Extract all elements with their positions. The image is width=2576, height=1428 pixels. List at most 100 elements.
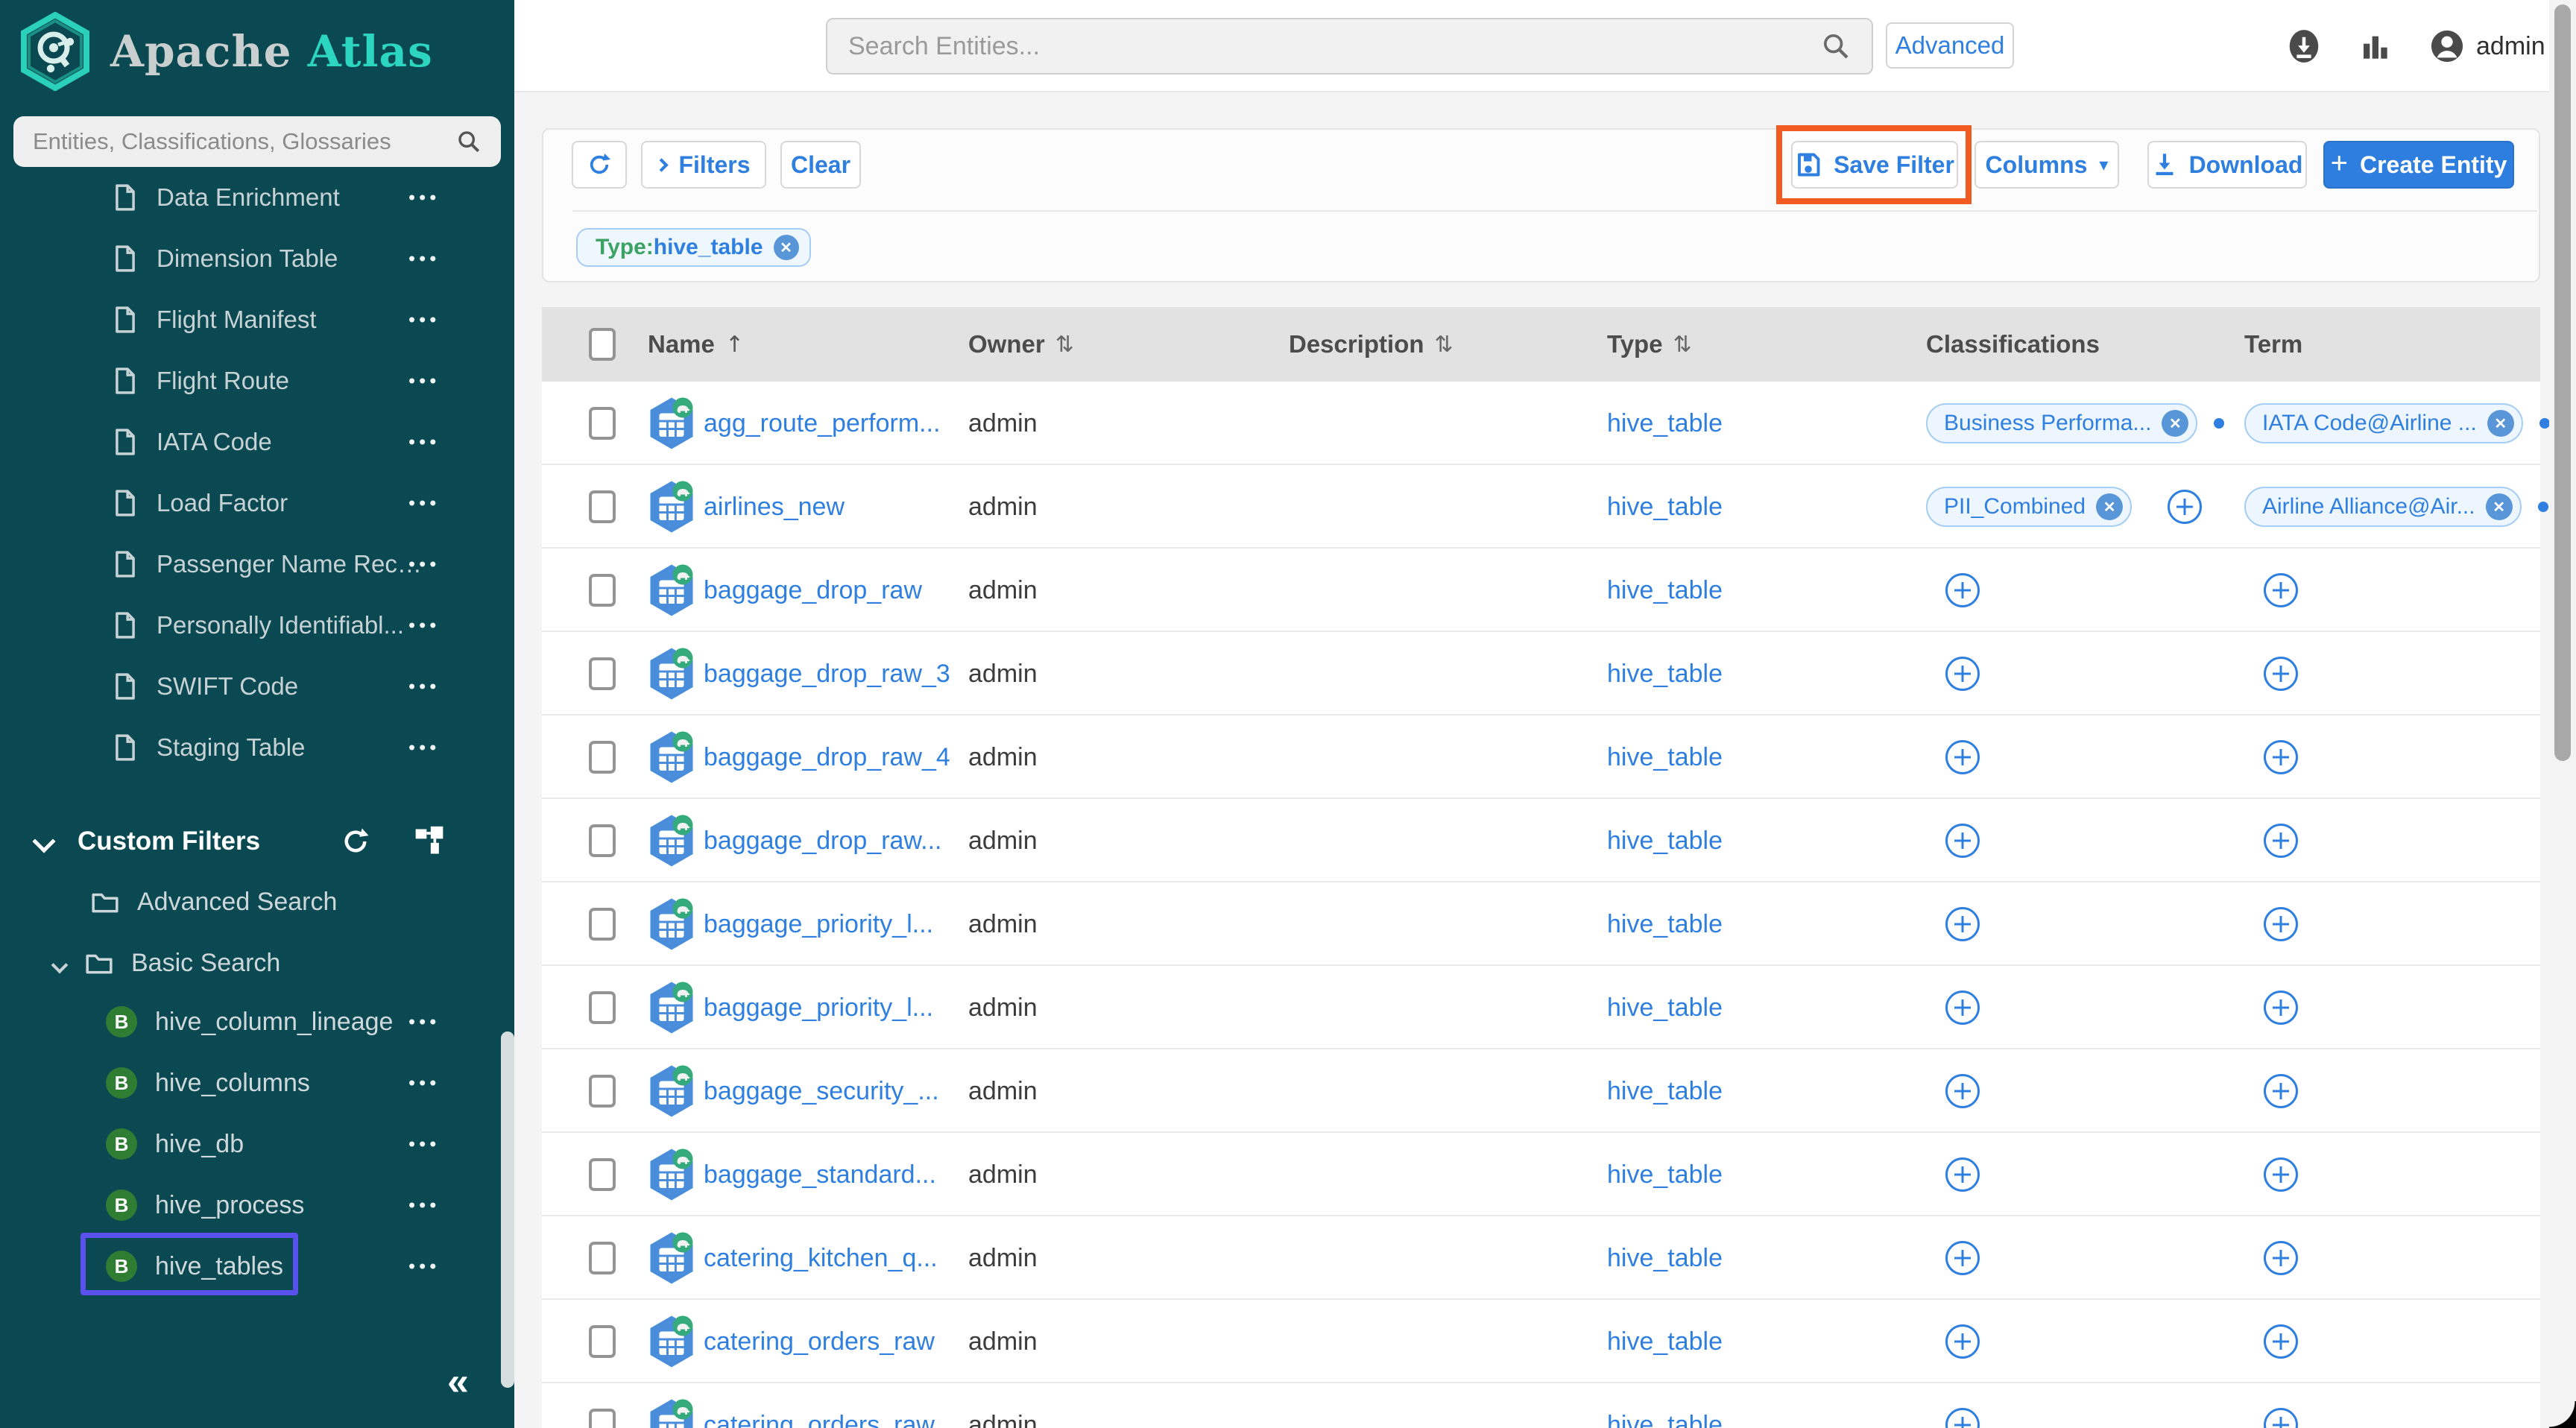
add-classification-icon[interactable]: [2168, 490, 2202, 524]
remove-term-icon[interactable]: ✕: [2486, 493, 2513, 520]
add-term-icon[interactable]: [2264, 1157, 2298, 1192]
entity-type-link[interactable]: hive_table: [1607, 966, 1723, 1049]
entity-type-link[interactable]: hive_table: [1607, 715, 1723, 799]
add-term-icon[interactable]: [2264, 1074, 2298, 1108]
entity-type-link[interactable]: hive_table: [1607, 1133, 1723, 1216]
create-entity-button[interactable]: + Create Entity: [2323, 141, 2514, 189]
classification-tag[interactable]: PII_Combined ✕: [1926, 487, 2132, 527]
statistics-icon[interactable]: [2360, 31, 2390, 61]
sidebar-item-basic-search[interactable]: Basic Search: [0, 932, 514, 993]
row-checkbox[interactable]: [589, 407, 616, 440]
item-menu-icon[interactable]: [408, 553, 440, 576]
row-checkbox[interactable]: [589, 741, 616, 774]
entity-name-link[interactable]: baggage_drop_raw_3: [704, 632, 961, 715]
add-classification-icon[interactable]: [1945, 1074, 1980, 1108]
add-classification-icon[interactable]: [1945, 657, 1980, 691]
add-term-icon[interactable]: [2264, 657, 2298, 691]
row-checkbox[interactable]: [589, 1325, 616, 1358]
entity-type-link[interactable]: hive_table: [1607, 799, 1723, 882]
sidebar-item-glossary-term[interactable]: Personally Identifiabl...: [0, 595, 514, 656]
item-menu-icon[interactable]: [408, 675, 440, 698]
remove-filter-icon[interactable]: ✕: [774, 235, 799, 260]
row-checkbox[interactable]: [589, 1242, 616, 1274]
sidebar-item-glossary-term[interactable]: Staging Table: [0, 717, 514, 778]
sidebar-item-glossary-term[interactable]: SWIFT Code: [0, 656, 514, 717]
sidebar-item-glossary-term[interactable]: IATA Code: [0, 411, 514, 473]
add-classification-icon[interactable]: [1945, 907, 1980, 941]
row-checkbox[interactable]: [589, 1409, 616, 1428]
column-header-description[interactable]: Description⇅: [1289, 307, 1453, 382]
row-checkbox[interactable]: [589, 991, 616, 1024]
row-checkbox[interactable]: [589, 657, 616, 690]
entity-type-link[interactable]: hive_table: [1607, 549, 1723, 632]
active-filter-tag[interactable]: Type:hive_table ✕: [576, 228, 811, 267]
entity-type-link[interactable]: hive_table: [1607, 882, 1723, 966]
user-menu[interactable]: admin: [2430, 29, 2545, 63]
entity-search-input[interactable]: Search Entities...: [826, 18, 1873, 75]
custom-filters-header[interactable]: Custom Filters: [0, 811, 514, 872]
sidebar-item-saved-filter[interactable]: B hive_db: [0, 1113, 514, 1175]
add-term-icon[interactable]: [2264, 740, 2298, 774]
sidebar-item-glossary-term[interactable]: Data Enrichment: [0, 167, 514, 228]
sidebar-item-glossary-term[interactable]: Dimension Table: [0, 228, 514, 289]
sidebar-item-saved-filter[interactable]: B hive_process: [0, 1175, 514, 1236]
term-tag[interactable]: Airline Alliance@Air... ✕: [2244, 487, 2522, 527]
sort-icon[interactable]: ⇅: [1673, 332, 1692, 358]
add-term-icon[interactable]: [2264, 824, 2298, 858]
entity-name-link[interactable]: catering_orders_raw: [704, 1300, 961, 1383]
row-checkbox[interactable]: [589, 1158, 616, 1191]
item-menu-icon[interactable]: [408, 1072, 440, 1095]
item-menu-icon[interactable]: [408, 370, 440, 393]
add-term-icon[interactable]: [2264, 991, 2298, 1025]
entity-name-link[interactable]: baggage_priority_l...: [704, 966, 961, 1049]
sidebar-collapse-button[interactable]: «: [447, 1359, 469, 1404]
sidebar-scrollbar[interactable]: [501, 1031, 514, 1388]
chevron-down-icon[interactable]: [54, 949, 66, 978]
add-term-icon[interactable]: [2264, 1324, 2298, 1359]
add-classification-icon[interactable]: [1945, 991, 1980, 1025]
download-button[interactable]: Download: [2147, 141, 2307, 189]
refresh-filters-icon[interactable]: [340, 826, 371, 857]
add-term-icon[interactable]: [2264, 1241, 2298, 1275]
add-classification-icon[interactable]: [1945, 1324, 1980, 1359]
sidebar-item-glossary-term[interactable]: Flight Route: [0, 350, 514, 411]
item-menu-icon[interactable]: [408, 1011, 440, 1034]
entity-type-link[interactable]: hive_table: [1607, 465, 1723, 549]
item-menu-icon[interactable]: [408, 309, 440, 332]
clear-filters-button[interactable]: Clear: [780, 141, 861, 189]
tree-view-icon[interactable]: [413, 825, 446, 858]
download-status-icon[interactable]: [2288, 29, 2320, 63]
sidebar-item-glossary-term[interactable]: Passenger Name Record: [0, 534, 514, 595]
remove-classification-icon[interactable]: ✕: [2162, 410, 2188, 437]
entity-type-link[interactable]: hive_table: [1607, 632, 1723, 715]
entity-name-link[interactable]: baggage_drop_raw: [704, 549, 961, 632]
entity-type-link[interactable]: hive_table: [1607, 1049, 1723, 1133]
advanced-search-button[interactable]: Advanced: [1886, 22, 2014, 69]
sidebar-item-saved-filter[interactable]: B hive_tables: [0, 1236, 514, 1297]
entity-name-link[interactable]: baggage_security_...: [704, 1049, 961, 1133]
entity-name-link[interactable]: catering_orders_raw...: [704, 1383, 961, 1428]
filters-button[interactable]: Filters: [641, 141, 766, 189]
entity-type-link[interactable]: hive_table: [1607, 1216, 1723, 1300]
column-header-type[interactable]: Type⇅: [1607, 307, 1692, 382]
chevron-down-icon[interactable]: [36, 827, 52, 856]
entity-name-link[interactable]: baggage_drop_raw...: [704, 799, 961, 882]
row-checkbox[interactable]: [589, 824, 616, 857]
add-term-icon[interactable]: [2264, 573, 2298, 607]
add-classification-icon[interactable]: [1945, 1408, 1980, 1428]
save-filter-button[interactable]: Save Filter: [1791, 141, 1958, 189]
add-classification-icon[interactable]: [1945, 1157, 1980, 1192]
app-logo[interactable]: Apache Atlas: [19, 12, 433, 91]
sidebar-item-saved-filter[interactable]: B hive_column_lineage: [0, 991, 514, 1052]
entity-type-link[interactable]: hive_table: [1607, 1383, 1723, 1428]
add-classification-icon[interactable]: [1945, 573, 1980, 607]
sort-icon[interactable]: ⇅: [1435, 332, 1453, 358]
item-menu-icon[interactable]: [408, 431, 440, 454]
item-menu-icon[interactable]: [408, 247, 440, 271]
sidebar-item-glossary-term[interactable]: Load Factor: [0, 473, 514, 534]
add-term-icon[interactable]: [2264, 907, 2298, 941]
entity-type-link[interactable]: hive_table: [1607, 1300, 1723, 1383]
add-classification-icon[interactable]: [1945, 740, 1980, 774]
item-menu-icon[interactable]: [408, 492, 440, 515]
row-checkbox[interactable]: [589, 490, 616, 523]
